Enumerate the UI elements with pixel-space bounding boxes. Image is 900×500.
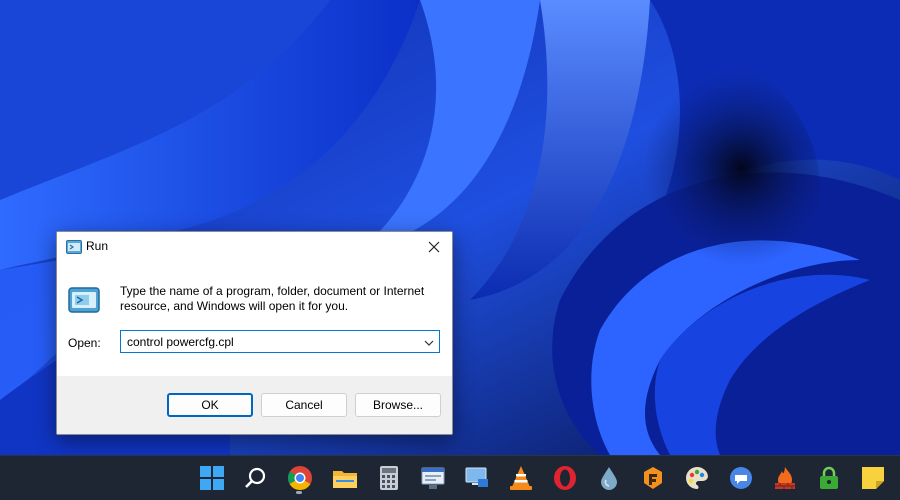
chevron-down-icon[interactable]	[423, 336, 435, 348]
search-icon[interactable]	[243, 465, 269, 491]
windows-start-icon[interactable]	[199, 465, 225, 491]
paint-icon[interactable]	[684, 465, 710, 491]
open-label: Open:	[68, 336, 101, 350]
firewall-icon[interactable]	[772, 465, 798, 491]
taskbar	[0, 455, 900, 500]
title-bar[interactable]: Run	[57, 232, 452, 262]
fl-studio-icon[interactable]	[640, 465, 666, 491]
close-icon	[428, 241, 440, 253]
chat-icon[interactable]	[728, 465, 754, 491]
open-combobox[interactable]: control powercfg.cpl	[120, 330, 440, 353]
dialog-footer: OK Cancel Browse...	[57, 376, 452, 434]
calculator-icon[interactable]	[376, 465, 402, 491]
browse-button[interactable]: Browse...	[355, 393, 441, 417]
run-icon	[66, 240, 82, 254]
remote-desktop-icon[interactable]	[464, 465, 490, 491]
run-program-icon	[68, 287, 100, 313]
chrome-icon[interactable]	[287, 465, 313, 491]
vpn-lock-icon[interactable]	[816, 465, 842, 491]
vlc-icon[interactable]	[508, 465, 534, 491]
close-button[interactable]	[416, 232, 452, 262]
file-explorer-icon[interactable]	[332, 465, 358, 491]
dialog-description: Type the name of a program, folder, docu…	[120, 284, 425, 313]
network-window-icon[interactable]	[420, 465, 446, 491]
opera-icon[interactable]	[552, 465, 578, 491]
dialog-title: Run	[86, 239, 109, 253]
open-input-value[interactable]: control powercfg.cpl	[127, 335, 234, 349]
sticky-notes-icon[interactable]	[860, 465, 886, 491]
drop-icon[interactable]	[596, 465, 622, 491]
cancel-button[interactable]: Cancel	[261, 393, 347, 417]
active-app-indicator	[296, 491, 302, 494]
ok-button[interactable]: OK	[167, 393, 253, 417]
dialog-body: Type the name of a program, folder, docu…	[57, 262, 452, 376]
run-dialog: Run Type the name of a program, folder, …	[56, 231, 453, 435]
